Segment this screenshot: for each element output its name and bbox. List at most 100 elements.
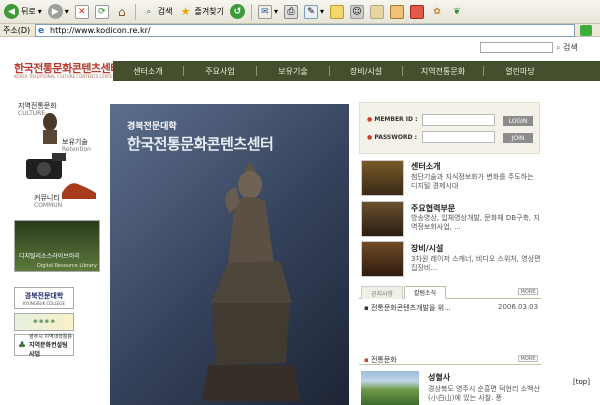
refresh-icon: ⟳ <box>94 4 109 19</box>
edit-icon: ✎ <box>303 4 318 19</box>
leaf-icon: ♣ <box>18 341 27 351</box>
sidebar-community-link[interactable]: 커뮤니티 COMMUN <box>34 194 62 210</box>
discuss-button[interactable] <box>328 3 346 21</box>
addon-button-2[interactable] <box>408 3 426 21</box>
tab-column[interactable]: 칼럼소식 <box>404 286 446 299</box>
refresh-button[interactable]: ⟳ <box>93 3 111 21</box>
equipment-thumbnail[interactable] <box>361 241 404 277</box>
feature-desc-cooperation: 방송영상, 입체영상개발, 문화재 DB구축, 지역정보화사업, ... <box>411 214 540 231</box>
nav-item-main-projects[interactable]: 주요사업 <box>184 61 256 81</box>
password-label: ● PASSWORD : <box>367 134 418 141</box>
site-search-input[interactable] <box>480 42 553 53</box>
buddha-statue-image <box>202 161 300 401</box>
address-input[interactable]: e http://www.kodicon.re.kr/ <box>35 24 575 37</box>
college-banner-label: 경북전문대학 <box>24 291 64 300</box>
shoes-icon <box>62 183 96 199</box>
note-icon <box>329 4 344 19</box>
login-button[interactable]: LOGIN <box>503 116 533 126</box>
search-icon: ⌕ <box>146 6 152 17</box>
site-search-label: 검색 <box>563 43 578 52</box>
nav-item-equipment[interactable]: 장비/시설 <box>330 61 402 81</box>
seonghyeolsa-thumbnail[interactable] <box>361 371 419 405</box>
stop-button[interactable]: ✕ <box>73 3 91 21</box>
edit-button[interactable]: ✎ ▾ <box>302 3 326 21</box>
college-banner-sub: KYUNGBUK COLLEGE <box>22 300 66 306</box>
library-banner-sub: Digital Resource Library <box>37 263 97 269</box>
home-icon: ⌂ <box>117 4 126 19</box>
cooperation-thumbnail[interactable] <box>361 201 404 237</box>
back-label: 뒤로 <box>21 7 36 16</box>
culture-more-button[interactable]: MORE <box>518 355 538 362</box>
research-icon <box>369 4 384 19</box>
feature-title-equipment[interactable]: 장비/시설 <box>411 243 443 254</box>
notice-item-title[interactable]: ▪ 전통문화콘텐츠개발을 위... <box>364 303 451 313</box>
addon-button-1[interactable] <box>388 3 406 21</box>
culture-divider <box>359 364 541 365</box>
toolbar-separator <box>134 3 136 20</box>
forward-button[interactable]: ▶ ▾ <box>46 3 71 21</box>
forward-arrow-icon: ▶ <box>47 4 63 19</box>
go-button[interactable] <box>580 25 592 36</box>
feature-title-center[interactable]: 센터소개 <box>411 161 440 172</box>
password-input[interactable] <box>422 131 495 143</box>
top-link[interactable]: [top] <box>573 378 590 386</box>
library-banner-label: 디지털리소스라이브러리 <box>19 253 80 260</box>
web-page: ⌕ 검색 한국전통문화콘텐츠센터 KOREA TRADITIONAL CULTU… <box>0 38 600 405</box>
star-icon: ★ <box>180 5 191 18</box>
addon-button-3[interactable]: ✿ <box>428 3 446 21</box>
toolbar-separator <box>250 3 252 20</box>
consulting-line2: 지역문화컨설팅 사업 <box>29 341 68 358</box>
sidebar-retention-label: 보유기술 <box>62 138 88 146</box>
member-id-label: ● MEMBER ID : <box>367 116 418 123</box>
tab-notice[interactable]: 공지사항 <box>361 286 403 299</box>
nav-item-open-forum[interactable]: 열린마당 <box>484 61 556 81</box>
chevron-down-icon: ▾ <box>319 7 324 16</box>
consulting-banner[interactable]: ♣ 영주시 지역대학활용 지역문화컨설팅 사업 <box>14 334 74 358</box>
search-button[interactable]: ⌕ 검색 <box>140 3 175 21</box>
back-arrow-icon: ◀ <box>4 4 19 19</box>
bullet-icon: ▪ <box>364 356 369 364</box>
center-intro-thumbnail[interactable] <box>361 160 404 196</box>
nav-item-center-intro[interactable]: 센터소개 <box>113 61 183 81</box>
culture-item-title[interactable]: 성혈사 <box>428 372 450 383</box>
mail-button[interactable]: ✉ ▾ <box>256 3 280 21</box>
member-id-input[interactable] <box>422 114 495 126</box>
notice-title-text: 전통문화콘텐츠개발을 위... <box>370 304 451 312</box>
favorites-button[interactable]: ★ 즐겨찾기 <box>177 3 226 21</box>
feature-title-cooperation[interactable]: 주요협력부문 <box>411 203 455 214</box>
research-button[interactable] <box>368 3 386 21</box>
stop-icon: ✕ <box>74 4 89 19</box>
sidebar-community-sub: COMMUN <box>34 202 63 209</box>
messenger-icon: ☺ <box>349 4 364 19</box>
digital-library-banner[interactable]: 디지털리소스라이브러리 Digital Resource Library <box>14 220 100 272</box>
home-button[interactable]: ⌂ <box>113 3 131 21</box>
history-button[interactable]: ↺ <box>228 3 247 21</box>
login-panel <box>359 102 540 154</box>
address-label: 주소(D) <box>3 25 31 35</box>
culture-item-desc: 경상북도 영주시 순흥면 덕현리 소백산(小白山)에 있는 사찰. 풍 <box>428 385 540 402</box>
mail-icon: ✉ <box>257 4 272 19</box>
sidebar-culture-label: 지역전통문화 <box>18 102 57 110</box>
kyungbuk-college-banner[interactable]: 경북전문대학 KYUNGBUK COLLEGE <box>14 287 74 309</box>
feature-desc-equipment: 3차원 레이저 스캐너, 비디오 스위처, 영상편집장비... <box>411 255 541 272</box>
buddha-thumbnail-icon <box>43 113 57 144</box>
notice-item-date: 2006.03.03 <box>498 303 539 311</box>
join-button[interactable]: JOIN <box>503 133 533 143</box>
print-button[interactable]: ⎙ <box>282 3 300 21</box>
nav-item-regional-culture[interactable]: 지역전통문화 <box>403 61 483 81</box>
regional-banner-icon: ❁ ❁ ❁ ❁ <box>33 319 55 325</box>
regional-banner[interactable]: ❁ ❁ ❁ ❁ <box>14 313 74 331</box>
site-search-button[interactable]: ⌕ 검색 <box>556 42 578 53</box>
addon-button-4[interactable]: ❦ <box>448 3 466 21</box>
ie-page-icon: e <box>38 26 45 36</box>
back-button[interactable]: ◀ 뒤로 ▾ <box>2 3 44 21</box>
search-icon: ⌕ <box>556 43 561 52</box>
nav-item-technology[interactable]: 보유기술 <box>257 61 329 81</box>
main-nav: 센터소개 주요사업 보유기술 장비/시설 지역전통문화 열린마당 <box>113 61 600 81</box>
feature-desc-center: 첨단기술과 지식정보화가 변화를 주도하는 디지털 경제시대 <box>411 173 534 190</box>
history-icon: ↺ <box>229 4 245 19</box>
addon-icon <box>409 4 424 19</box>
messenger-button[interactable]: ☺ <box>348 3 366 21</box>
news-more-button[interactable]: MORE <box>518 288 538 295</box>
flower-icon: ✿ <box>433 6 441 17</box>
